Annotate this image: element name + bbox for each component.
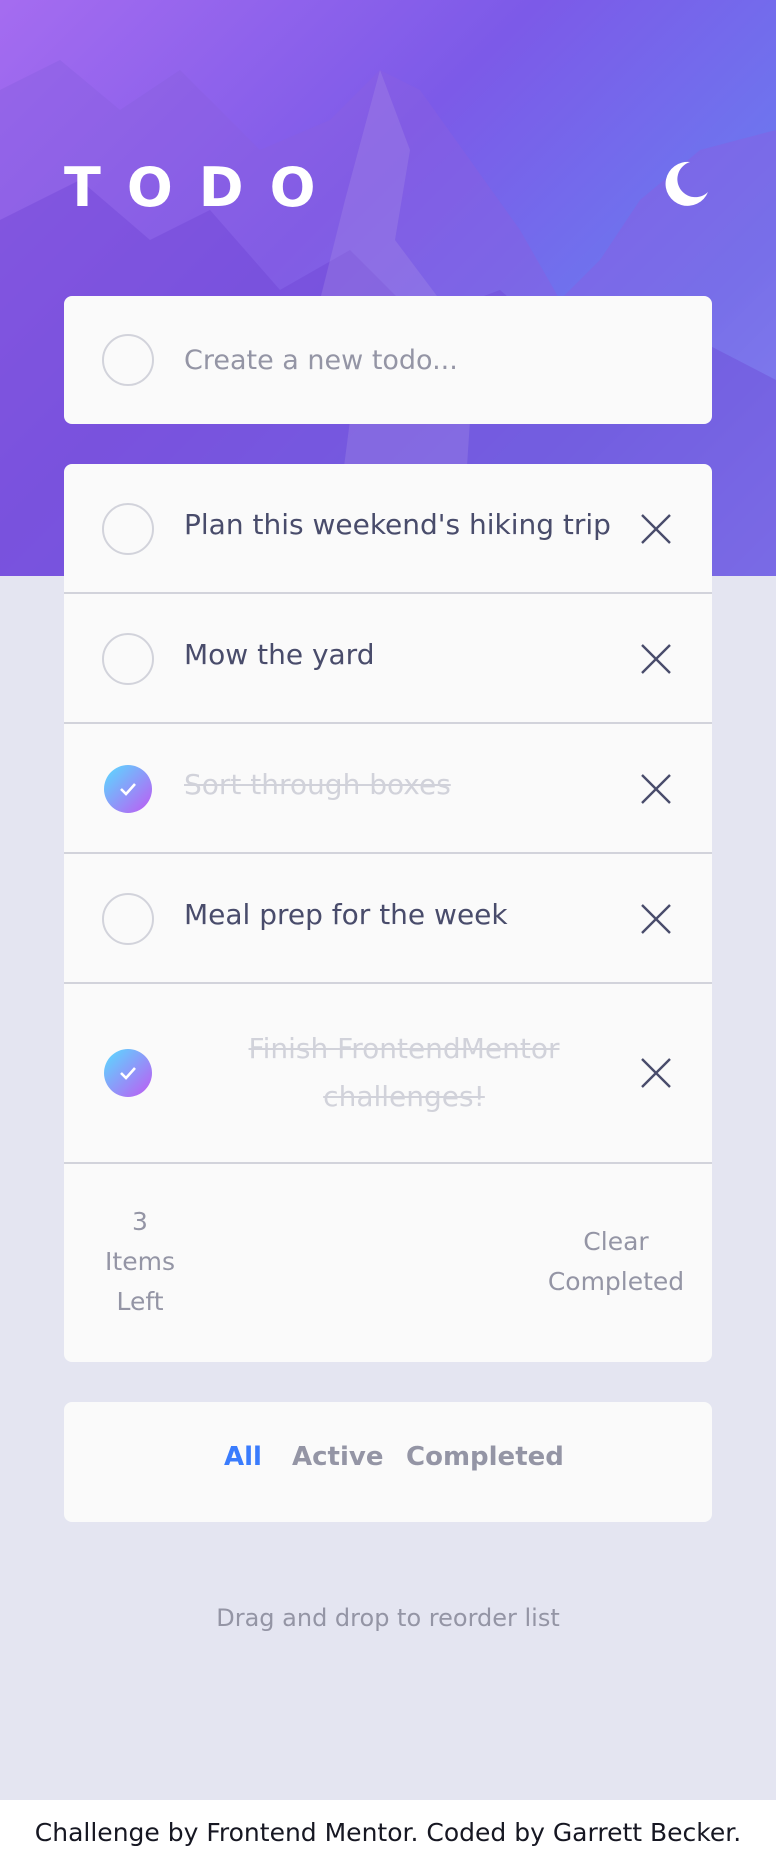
list-footer: 3 Items Left Clear Completed [64, 1164, 712, 1362]
todo-item[interactable]: Mow the yard [64, 594, 712, 724]
filter-active[interactable]: Active [292, 1442, 383, 1472]
attribution: Challenge by Frontend Mentor. Coded by G… [0, 1800, 776, 1874]
todo-text: Mow the yard [184, 638, 375, 671]
items-left-count: 3 Items Left [105, 1207, 175, 1316]
cross-icon[interactable] [640, 643, 672, 675]
todo-list: Plan this weekend's hiking trip Mow the … [64, 464, 712, 1362]
filter-completed[interactable]: Completed [406, 1442, 564, 1472]
cross-icon[interactable] [640, 513, 672, 545]
todo-text: Sort through boxes [184, 768, 451, 801]
todo-check-circle[interactable] [102, 503, 154, 555]
cross-icon[interactable] [640, 903, 672, 935]
todo-text: Meal prep for the week [184, 898, 508, 931]
cross-icon[interactable] [640, 773, 672, 805]
new-todo-card [64, 296, 712, 424]
todo-item[interactable]: Finish FrontendMentor challenges! [64, 984, 712, 1164]
check-icon [120, 1067, 136, 1080]
todo-check-circle-checked[interactable] [104, 765, 152, 813]
todo-item[interactable]: Plan this weekend's hiking trip [64, 464, 712, 594]
new-todo-input[interactable] [184, 336, 664, 384]
clear-completed-button[interactable]: Clear Completed [532, 1222, 700, 1302]
todo-check-circle-checked[interactable] [104, 1049, 152, 1097]
todo-text: Finish FrontendMentor challenges! [248, 1032, 560, 1113]
todo-text: Plan this weekend's hiking trip [184, 508, 611, 541]
app-title: TODO [64, 156, 342, 219]
cross-icon[interactable] [640, 1057, 672, 1089]
drag-drop-hint: Drag and drop to reorder list [216, 1604, 560, 1632]
filter-bar: All Active Completed [64, 1402, 712, 1522]
todo-item[interactable]: Sort through boxes [64, 724, 712, 854]
filter-all[interactable]: All [224, 1442, 262, 1472]
moon-icon[interactable] [660, 158, 712, 210]
todo-item[interactable]: Meal prep for the week [64, 854, 712, 984]
todo-check-circle[interactable] [102, 633, 154, 685]
new-todo-check-circle[interactable] [102, 334, 154, 386]
check-icon [120, 783, 136, 796]
todo-check-circle[interactable] [102, 893, 154, 945]
